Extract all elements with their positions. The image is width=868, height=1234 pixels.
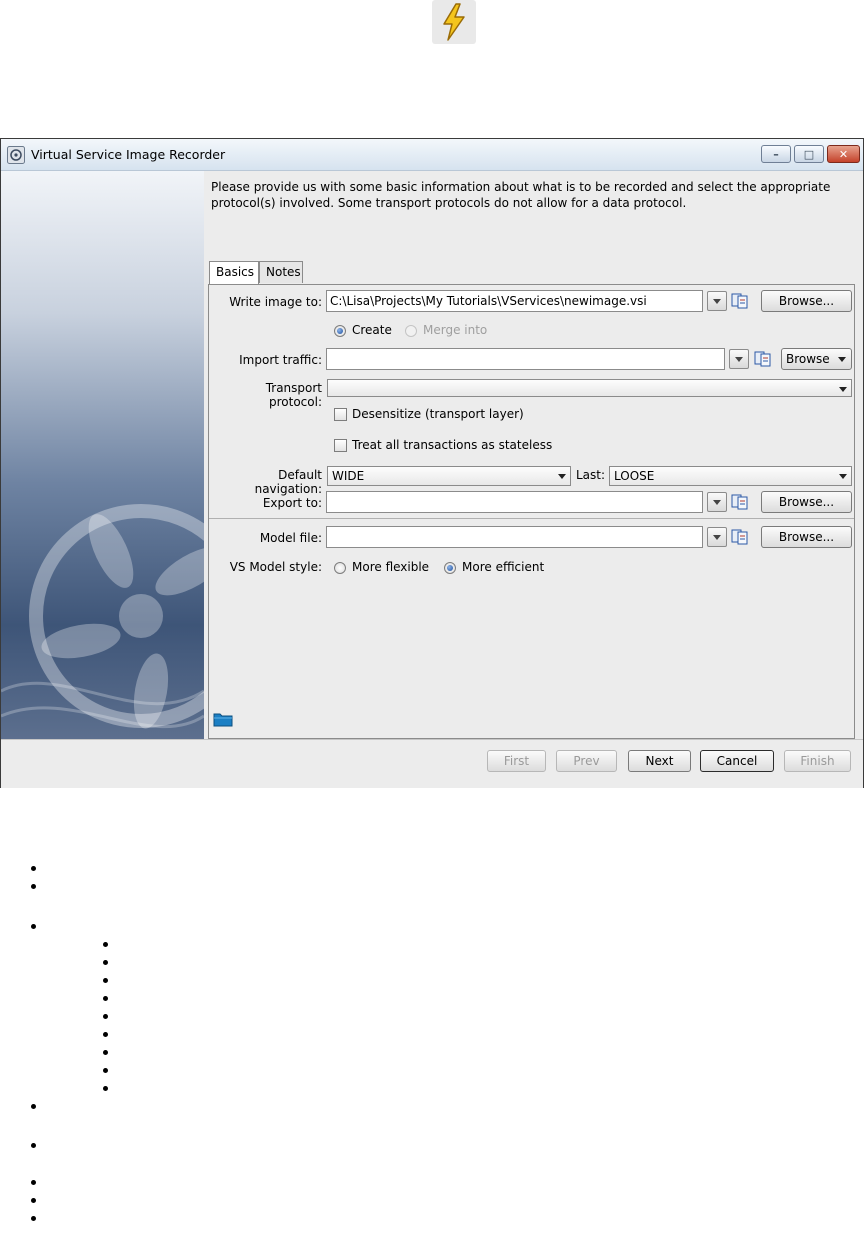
next-button[interactable]: Next [628,750,691,772]
chevron-down-icon [558,474,566,479]
export-to-label: Export to: [262,496,322,510]
list-bullet [31,866,36,871]
copy-path-icon[interactable] [731,493,749,511]
app-icon [7,146,25,164]
list-bullet [31,1216,36,1221]
default-navigation-select[interactable]: WIDE [327,466,571,486]
more-efficient-label: More efficient [462,560,545,574]
list-bullet [103,1032,108,1037]
minimize-button[interactable]: – [761,145,791,163]
list-bullet [103,960,108,965]
export-to-browse-button[interactable]: Browse... [761,491,852,513]
maximize-button[interactable]: □ [794,145,824,163]
default-navigation-label: Default navigation: [254,468,322,496]
recorder-window: Virtual Service Image Recorder – □ ✕ Ple… [0,138,864,788]
default-navigation-value: WIDE [332,469,365,483]
minimize-icon: – [773,147,779,161]
write-image-input[interactable]: C:\Lisa\Projects\My Tutorials\VServices\… [326,290,703,312]
title-bar[interactable]: Virtual Service Image Recorder – □ ✕ [1,139,863,171]
stateless-checkbox[interactable] [334,439,347,452]
model-file-browse-button[interactable]: Browse... [761,526,852,548]
list-bullet [103,1068,108,1073]
basics-panel: Write image to: C:\Lisa\Projects\My Tuto… [208,284,855,739]
prev-button[interactable]: Prev [556,750,617,772]
transport-protocol-select[interactable] [327,379,852,397]
export-to-input[interactable] [326,491,703,513]
model-style-label: VS Model style: [229,560,322,574]
list-bullet [103,1014,108,1019]
list-bullet [103,942,108,947]
more-flexible-radio[interactable] [334,562,346,574]
tab-notes[interactable]: Notes [259,261,303,283]
write-image-history-button[interactable] [707,291,727,311]
chevron-down-icon [735,357,743,362]
desensitize-checkbox[interactable] [334,408,347,421]
chevron-down-icon [838,357,846,362]
last-select[interactable]: LOOSE [609,466,852,486]
copy-path-icon[interactable] [731,528,749,546]
merge-into-radio-label: Merge into [423,323,488,337]
folder-icon[interactable] [213,711,233,727]
first-button[interactable]: First [487,750,546,772]
list-bullet [31,884,36,889]
create-radio-label: Create [352,323,392,337]
window-title: Virtual Service Image Recorder [31,147,226,162]
import-traffic-browse-button[interactable]: Browse [781,348,852,370]
list-bullet [31,924,36,929]
finish-button[interactable]: Finish [784,750,851,772]
merge-into-radio[interactable] [405,325,417,337]
import-traffic-browse-label: Browse [786,352,830,366]
list-bullet [31,1104,36,1109]
banner-graphic [1,504,204,729]
more-efficient-radio[interactable] [444,562,456,574]
model-file-input[interactable] [326,526,703,548]
model-file-history-button[interactable] [707,527,727,547]
export-to-history-button[interactable] [707,492,727,512]
more-flexible-label: More flexible [352,560,430,574]
import-traffic-input[interactable] [326,348,725,370]
last-value: LOOSE [614,469,655,483]
create-radio[interactable] [334,325,346,337]
model-file-label: Model file: [259,531,322,545]
chevron-down-icon [713,299,721,304]
instructions-text: Please provide us with some basic inform… [211,180,831,210]
import-traffic-history-button[interactable] [729,349,749,369]
maximize-icon: □ [803,147,815,161]
list-bullet [31,1143,36,1148]
stateless-label: Treat all transactions as stateless [352,438,553,452]
copy-path-icon[interactable] [754,350,772,368]
list-bullet [103,996,108,1001]
lightning-icon [432,0,476,44]
transport-protocol-label: Transport protocol: [265,381,322,409]
write-image-label: Write image to: [229,295,322,309]
wizard-footer: First Prev Next Cancel Finish [1,739,863,788]
last-label: Last: [575,468,605,482]
chevron-down-icon [713,535,721,540]
import-traffic-label: Import traffic: [239,353,322,367]
chevron-down-icon [839,387,847,392]
desensitize-label: Desensitize (transport layer) [352,407,524,421]
separator [209,518,854,519]
close-icon: ✕ [838,147,849,161]
cancel-button[interactable]: Cancel [700,750,774,772]
chevron-down-icon [713,500,721,505]
list-bullet [31,1198,36,1203]
list-bullet [31,1180,36,1185]
list-bullet [103,1086,108,1091]
write-image-browse-button[interactable]: Browse... [761,290,852,312]
side-banner [1,171,204,739]
close-button[interactable]: ✕ [827,145,860,163]
list-bullet [103,1050,108,1055]
tab-basics[interactable]: Basics [209,261,259,284]
copy-path-icon[interactable] [731,292,749,310]
list-bullet [103,978,108,983]
chevron-down-icon [839,474,847,479]
